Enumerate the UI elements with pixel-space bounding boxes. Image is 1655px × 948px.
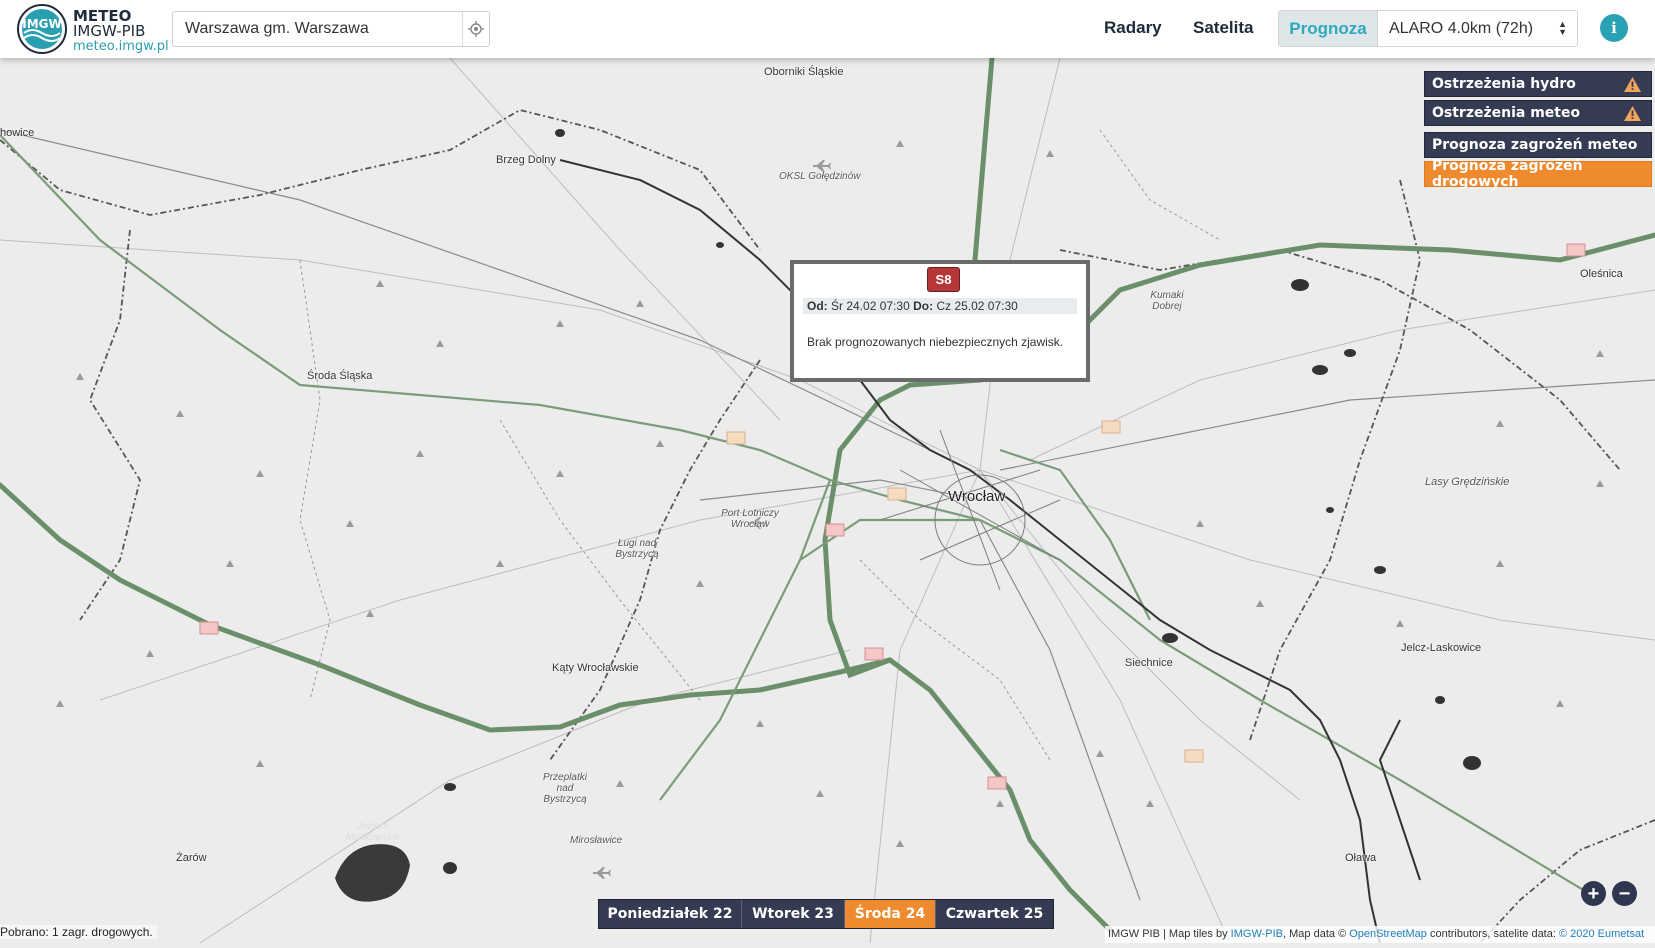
place-oksl: OKSL Gołędzinów <box>779 171 861 182</box>
day-tab-wednesday[interactable]: Środa 24 <box>845 900 936 928</box>
place-chowice: howice <box>0 127 35 139</box>
day-selector: Poniedziałek 22 Wtorek 23 Środa 24 Czwar… <box>598 899 1054 929</box>
place-olesnica: Oleśnica <box>1580 268 1623 280</box>
attrib-osm-link[interactable]: OpenStreetMap <box>1349 928 1427 940</box>
warnings-meteo-button[interactable]: Ostrzeżenia meteo <box>1424 100 1652 126</box>
locate-me-icon[interactable] <box>462 12 489 46</box>
location-search <box>172 11 490 47</box>
top-header: IMGW METEO IMGW-PIB meteo.imgw.pl Radary… <box>0 0 1655 58</box>
place-przeplatki: Przeplatki nad Bystrzycą <box>543 772 587 805</box>
warning-triangle-icon <box>1624 106 1641 125</box>
warning-triangle-icon <box>1624 77 1641 96</box>
day-tab-thursday[interactable]: Czwartek 25 <box>936 900 1053 928</box>
day-tab-tuesday[interactable]: Wtorek 23 <box>742 900 845 928</box>
map-attribution: IMGW PIB | Map tiles by IMGW-PIB, Map da… <box>1105 926 1655 943</box>
forecast-meteo-threats-button[interactable]: Prognoza zagrożeń meteo <box>1424 132 1652 158</box>
place-katy: Kąty Wrocławskie <box>552 662 639 674</box>
warnings-hydro-label: Ostrzeżenia hydro <box>1432 76 1576 92</box>
road-forecast-popup: S8 Od: Śr 24.02 07:30 Do: Cz 25.02 07:30… <box>790 260 1090 382</box>
forecast-tab-group: Prognoza ALARO 4.0km (72h) ▲ ▼ <box>1278 10 1578 47</box>
warnings-hydro-button[interactable]: Ostrzeżenia hydro <box>1424 71 1652 97</box>
attrib-sat: contributors, satelite data: <box>1429 928 1556 940</box>
place-jelcz: Jelcz-Laskowice <box>1401 642 1482 654</box>
nav-radary[interactable]: Radary <box>1104 18 1162 38</box>
place-miroslawice: Mirosławice <box>570 835 623 846</box>
warnings-meteo-label: Ostrzeżenia meteo <box>1432 105 1581 121</box>
place-zarow: Żarów <box>176 852 207 864</box>
forecast-period: Od: Śr 24.02 07:30 Do: Cz 25.02 07:30 <box>803 298 1077 314</box>
place-lugi: Ługi nad Bystrzycą <box>615 538 659 560</box>
zoom-out-button[interactable]: − <box>1612 881 1637 906</box>
from-value: Śr 24.02 07:30 <box>831 299 910 313</box>
zoom-in-button[interactable]: + <box>1581 881 1606 906</box>
place-sroda-slaska: Środa Śląska <box>307 370 373 382</box>
place-lasy: Lasy Grędzińskie <box>1425 476 1510 488</box>
to-value: Cz 25.02 07:30 <box>936 299 1018 313</box>
info-button[interactable]: i <box>1600 14 1628 42</box>
map-canvas[interactable]: Oborniki Śląskie Brzeg Dolny OKSL Gołędz… <box>0 55 1655 944</box>
brand: METEO IMGW-PIB meteo.imgw.pl <box>73 9 169 55</box>
forecast-message: Brak prognozowanych niebezpiecznych zjaw… <box>807 335 1064 349</box>
imgw-logo[interactable]: IMGW <box>16 3 68 55</box>
select-arrows-icon: ▲ ▼ <box>1558 19 1567 37</box>
tab-prognoza[interactable]: Prognoza <box>1279 11 1378 46</box>
day-tab-monday[interactable]: Poniedziałek 22 <box>599 900 742 928</box>
from-label: Od: <box>807 299 828 313</box>
place-oborniki: Oborniki Śląskie <box>764 66 844 78</box>
forecast-meteo-threats-label: Prognoza zagrożeń meteo <box>1432 137 1638 153</box>
place-wroclaw: Wrocław <box>948 488 1006 505</box>
place-brzeg-dolny: Brzeg Dolny <box>496 154 556 166</box>
place-jezioro: Jezioro Mietkowskie <box>345 821 401 843</box>
brand-line2: IMGW-PIB <box>73 22 146 40</box>
place-siechnice: Siechnice <box>1125 657 1173 669</box>
model-select[interactable]: ALARO 4.0km (72h) ▲ ▼ <box>1377 11 1577 46</box>
forecast-road-threats-button[interactable]: Prognoza zagrożeń drogowych <box>1424 158 1652 190</box>
search-input[interactable] <box>173 12 451 46</box>
attrib-eumetsat-link[interactable]: © 2020 Eumetsat <box>1559 928 1644 940</box>
attrib-mapdata: , Map data © <box>1283 928 1347 940</box>
place-port-lotniczy: Port Lotniczy Wrocław <box>721 508 779 530</box>
forecast-road-threats-label: Prognoza zagrożeń drogowych <box>1432 158 1583 190</box>
map-base <box>0 55 1655 944</box>
place-olawa: Oława <box>1345 852 1377 864</box>
road-badge: S8 <box>927 267 960 292</box>
logo-text: IMGW <box>22 17 62 31</box>
attrib-prefix: IMGW PIB | Map tiles by <box>1108 928 1228 940</box>
model-select-value: ALARO 4.0km (72h) <box>1389 19 1534 37</box>
to-label: Do: <box>913 299 934 313</box>
place-kumaki: Kumaki Dobrej <box>1150 290 1184 312</box>
attrib-imgw-link[interactable]: IMGW-PIB <box>1231 928 1283 940</box>
status-text: Pobrano: 1 zagr. drogowych. <box>0 925 157 939</box>
nav-satelita[interactable]: Satelita <box>1193 18 1253 38</box>
brand-url[interactable]: meteo.imgw.pl <box>73 39 169 54</box>
